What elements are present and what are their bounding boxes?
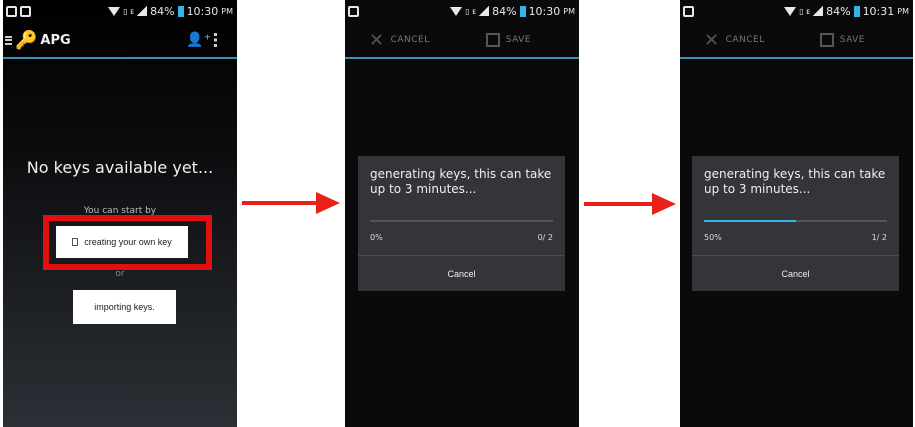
app-notification-icon	[20, 5, 31, 17]
action-bar: ✕ CANCEL SAVE	[680, 22, 913, 58]
wifi-icon	[450, 6, 463, 16]
action-bar-divider	[3, 57, 237, 59]
phone-screen-key-list: ▯ ᴇ 84% 10:30 PM 🔑 APG 👤⁺ No keys availab…	[3, 0, 237, 427]
save-action[interactable]: SAVE	[819, 33, 865, 47]
dialog-message: generating keys, this can take up to 3 m…	[704, 167, 886, 196]
progress-track	[704, 220, 887, 222]
import-keys-label: importing keys.	[94, 302, 155, 312]
save-icon	[819, 33, 834, 47]
phone-screen-generating-0: ▯ ᴇ 84% 10:30 PM ✕ CANCEL SAVE generating…	[345, 0, 579, 427]
arrow-right-icon	[584, 193, 676, 215]
status-bar: ▯ ᴇ 84% 10:31 PM	[680, 0, 913, 22]
app-title: APG	[40, 32, 71, 48]
save-action-label: SAVE	[839, 35, 865, 45]
battery-icon	[519, 5, 526, 17]
action-bar: 🔑 APG 👤⁺	[3, 22, 237, 58]
document-icon	[72, 238, 79, 246]
app-notification-icon	[348, 5, 359, 17]
import-keys-button[interactable]: importing keys.	[73, 290, 176, 324]
battery-icon	[177, 5, 184, 17]
clock: 10:30	[528, 4, 561, 18]
gallery-notification-icon	[6, 5, 17, 17]
clock-ampm: PM	[897, 6, 909, 16]
status-bar: ▯ ᴇ 84% 10:30 PM	[3, 0, 237, 22]
progress-count: 1/ 2	[871, 233, 887, 242]
progress-count: 0/ 2	[537, 233, 553, 242]
signal-icon	[479, 6, 490, 16]
cancel-action[interactable]: ✕ CANCEL	[704, 30, 765, 51]
battery-icon	[853, 5, 860, 17]
progress-dialog: generating keys, this can take up to 3 m…	[358, 156, 565, 291]
network-type-icon: ▯ ᴇ	[465, 6, 477, 16]
signal-icon	[137, 6, 148, 16]
phone-screen-generating-50: ▯ ᴇ 84% 10:31 PM ✕ CANCEL SAVE generating…	[680, 0, 913, 427]
clock: 10:31	[862, 4, 895, 18]
progress-percent: 0%	[370, 233, 383, 242]
status-bar: ▯ ᴇ 84% 10:30 PM	[345, 0, 579, 22]
save-action[interactable]: SAVE	[485, 33, 531, 47]
clock-ampm: PM	[221, 6, 233, 16]
progress-fill	[704, 220, 796, 222]
battery-percent: 84%	[492, 4, 517, 18]
or-label: or	[115, 269, 125, 279]
signal-icon	[813, 6, 824, 16]
dialog-message: generating keys, this can take up to 3 m…	[370, 167, 552, 196]
battery-percent: 84%	[150, 4, 175, 18]
progress-percent: 50%	[704, 233, 722, 242]
app-notification-icon	[683, 5, 694, 17]
save-icon	[485, 33, 500, 47]
arrow-right-icon	[242, 192, 340, 214]
create-key-button[interactable]: creating your own key	[56, 226, 188, 258]
cancel-action-label: CANCEL	[725, 35, 765, 45]
clock: 10:30	[186, 4, 219, 18]
key-icon[interactable]: 🔑	[15, 30, 37, 51]
progress-dialog: generating keys, this can take up to 3 m…	[692, 156, 899, 291]
dialog-cancel-button[interactable]: Cancel	[358, 256, 565, 291]
cancel-action-label: CANCEL	[390, 35, 430, 45]
overflow-menu-icon[interactable]	[214, 33, 217, 47]
action-bar: ✕ CANCEL SAVE	[345, 22, 579, 58]
empty-state-title: No keys available yet...	[26, 158, 214, 177]
action-bar-divider	[345, 57, 579, 59]
add-user-icon[interactable]: 👤⁺	[186, 32, 211, 48]
wifi-icon	[108, 6, 121, 16]
battery-percent: 84%	[826, 4, 851, 18]
clock-ampm: PM	[563, 6, 575, 16]
save-action-label: SAVE	[505, 35, 531, 45]
dialog-cancel-button[interactable]: Cancel	[692, 256, 899, 291]
wifi-icon	[784, 6, 797, 16]
drawer-menu-icon[interactable]	[5, 35, 12, 45]
close-icon: ✕	[369, 29, 385, 51]
network-type-icon: ▯ ᴇ	[123, 6, 135, 16]
network-type-icon: ▯ ᴇ	[799, 6, 811, 16]
progress-track	[370, 220, 553, 222]
cancel-action[interactable]: ✕ CANCEL	[369, 30, 430, 51]
close-icon: ✕	[704, 29, 720, 51]
create-key-label: creating your own key	[84, 237, 172, 247]
action-bar-divider	[680, 57, 913, 59]
